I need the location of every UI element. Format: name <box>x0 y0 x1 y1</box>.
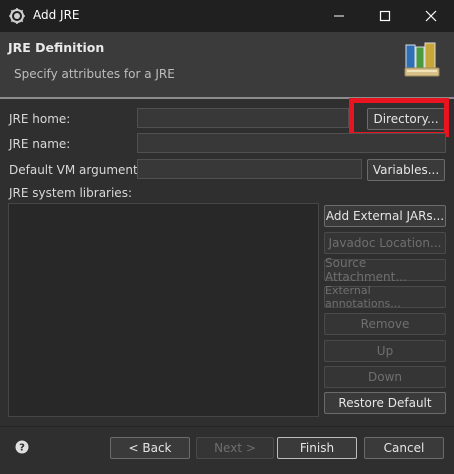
next-button[interactable]: Next > <box>196 437 274 459</box>
remove-button[interactable]: Remove <box>324 313 446 335</box>
library-books-icon <box>404 42 440 77</box>
minimize-button[interactable] <box>316 0 362 32</box>
cancel-button[interactable]: Cancel <box>364 437 444 459</box>
back-button[interactable]: < Back <box>110 437 190 459</box>
maximize-icon <box>379 10 391 22</box>
up-button[interactable]: Up <box>324 340 446 362</box>
maximize-button[interactable] <box>362 0 408 32</box>
jre-libraries-label: JRE system libraries: <box>9 186 132 200</box>
header-title: JRE Definition <box>8 40 105 55</box>
jre-libraries-list[interactable] <box>8 203 319 417</box>
external-annotations-button[interactable]: External annotations... <box>324 284 446 310</box>
jre-name-label: JRE name: <box>9 137 71 151</box>
highlight-box <box>349 98 449 137</box>
javadoc-location-button[interactable]: Javadoc Location... <box>324 232 446 254</box>
close-button[interactable] <box>408 0 454 32</box>
help-icon[interactable]: ? <box>15 440 29 454</box>
down-button[interactable]: Down <box>324 366 446 388</box>
eclipse-app-icon <box>9 8 25 24</box>
restore-default-button[interactable]: Restore Default <box>324 392 446 414</box>
source-attachment-button[interactable]: Source Attachment... <box>324 256 446 284</box>
jre-home-field[interactable] <box>137 108 349 128</box>
window-title: Add JRE <box>33 8 80 22</box>
minimize-icon <box>334 15 344 17</box>
vm-args-field[interactable] <box>137 159 362 179</box>
jre-home-label: JRE home: <box>9 112 71 126</box>
footer-separator <box>0 426 454 427</box>
variables-button[interactable]: Variables... <box>367 159 445 181</box>
vm-args-label: Default VM arguments: <box>9 163 149 177</box>
close-icon <box>425 10 437 22</box>
finish-button[interactable]: Finish <box>277 437 357 459</box>
header-subtitle: Specify attributes for a JRE <box>14 67 175 81</box>
add-external-jars-button[interactable]: Add External JARs... <box>324 205 446 227</box>
svg-text:?: ? <box>19 443 25 454</box>
jre-name-field[interactable] <box>137 133 446 153</box>
